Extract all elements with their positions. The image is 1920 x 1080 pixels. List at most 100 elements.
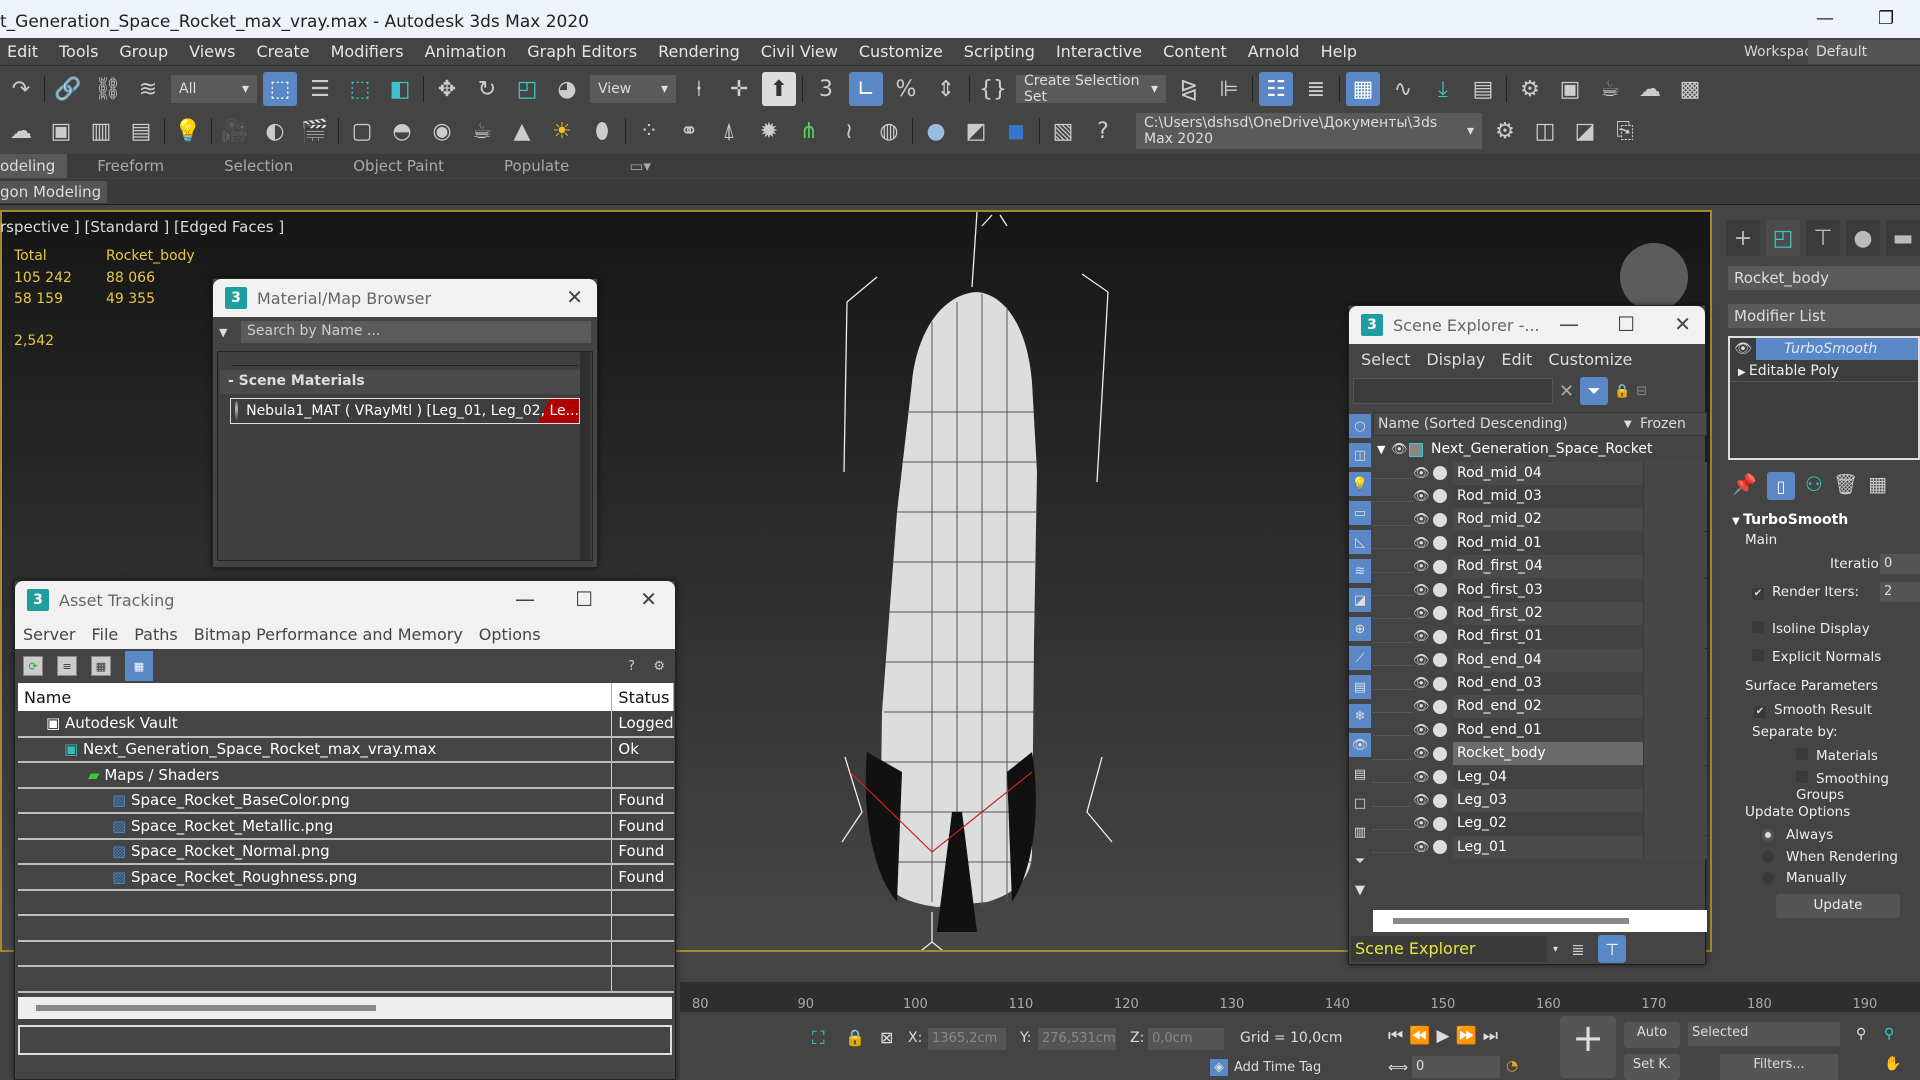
hierarchy-tab-icon[interactable]: ⊤ — [1806, 220, 1840, 256]
table-row[interactable]: ▣ Autodesk Vault Logged — [18, 711, 674, 738]
scene-item[interactable]: 👁 Rod_mid_01 — [1373, 531, 1707, 555]
plane-light-icon[interactable]: ▢ — [345, 114, 379, 148]
table-row[interactable]: ▣ Next_Generation_Space_Rocket_max_vray.… — [18, 736, 674, 763]
visibility-icon[interactable]: 👁 — [1413, 840, 1431, 855]
mirror-icon[interactable]: ⧎ — [1172, 72, 1206, 106]
maximize-icon[interactable]: ☐ — [575, 587, 593, 611]
time-config-arrows-icon[interactable]: ⟺ — [1388, 1060, 1408, 1076]
frozen-cell[interactable] — [1643, 601, 1707, 625]
set-key-mode-button[interactable]: Set K. — [1624, 1054, 1680, 1080]
visibility-icon[interactable]: 👁 — [1413, 676, 1431, 691]
material-editor-icon[interactable]: ▤ — [1466, 72, 1500, 106]
scale-icon[interactable]: ◰ — [510, 72, 544, 106]
material-item[interactable]: Nebula1_MAT ( VRayMtl ) [Leg_01, Leg_02,… — [230, 398, 580, 424]
key-filter-dropdown[interactable]: Selected — [1688, 1022, 1840, 1046]
checkbox[interactable] — [1796, 771, 1808, 783]
pan-icon[interactable]: ✋ — [1884, 1056, 1901, 1072]
eye-icon[interactable]: 👁 — [1730, 338, 1756, 360]
radio[interactable] — [1762, 851, 1774, 863]
smoothing-groups-checkbox[interactable]: Smoothing Groups — [1796, 771, 1920, 803]
vfb-icon[interactable]: ◩ — [959, 114, 993, 148]
menu-customize[interactable]: Customize — [1540, 350, 1640, 369]
scene-item[interactable]: 👁 Leg_02 — [1373, 812, 1707, 836]
asset-path-field[interactable] — [18, 1024, 672, 1055]
ribbon-toggle-icon[interactable]: ▦ — [1346, 72, 1380, 106]
gear-mesh-icon[interactable]: ✹ — [752, 114, 786, 148]
edit-named-selection-icon[interactable]: {} — [976, 72, 1010, 106]
rendered-frame-window-icon[interactable]: ▣ — [1553, 72, 1587, 106]
z-coordinate-field[interactable]: 0,0cm — [1148, 1028, 1224, 1050]
helpers-filter-icon[interactable]: ◺ — [1349, 530, 1371, 554]
tab-object-paint[interactable]: Object Paint — [323, 154, 474, 178]
camera-match-icon[interactable]: ◐ — [258, 114, 292, 148]
frozen-cell[interactable] — [1643, 789, 1707, 813]
keyboard-shortcut-override-icon[interactable]: ⬆ — [762, 72, 796, 106]
render-region-icon[interactable]: ◼ — [999, 114, 1033, 148]
select-by-name-icon[interactable]: ☰ — [303, 72, 337, 106]
menu-civil-view[interactable]: Civil View — [754, 42, 852, 61]
set-key-button[interactable]: + — [1560, 1016, 1616, 1078]
visibility-icon[interactable]: 👁 — [1413, 770, 1431, 785]
menu-animation[interactable]: Animation — [418, 42, 521, 61]
minimize-icon[interactable]: — — [1559, 312, 1579, 336]
render-iters-checkbox[interactable]: ✔ Render Iters: — [1752, 584, 1859, 600]
frozen-cell[interactable] — [1643, 578, 1707, 602]
menu-server[interactable]: Server — [15, 625, 83, 644]
frozen-cell[interactable] — [1643, 625, 1707, 649]
visibility-icon[interactable]: 👁 — [1413, 699, 1431, 714]
project-new-icon[interactable]: ◪ — [1568, 114, 1602, 148]
explorer-selector[interactable]: Scene Explorer — [1351, 936, 1547, 962]
menu-options[interactable]: Options — [471, 625, 549, 644]
search-input[interactable]: Search by Name ... — [241, 321, 591, 343]
object-name-field[interactable]: Rocket_body — [1728, 266, 1920, 290]
restore-button[interactable]: ❐ — [1878, 8, 1894, 29]
particles-icon[interactable]: ⁘ — [632, 114, 666, 148]
remove-modifier-icon[interactable]: 🗑 — [1833, 472, 1858, 500]
radio[interactable] — [1762, 872, 1774, 884]
spacewarps-filter-icon[interactable]: ≋ — [1349, 559, 1371, 583]
maximize-icon[interactable]: ☐ — [1617, 312, 1635, 336]
update-button[interactable]: Update — [1776, 894, 1900, 918]
tree-root[interactable]: ▼ 👁 Next_Generation_Space_Rocket — [1373, 438, 1707, 461]
redo-icon[interactable]: ↷ — [4, 72, 38, 106]
radio-when-rendering[interactable]: When Rendering — [1762, 849, 1898, 865]
light-lister-icon[interactable]: 💡 — [171, 114, 205, 148]
scene-item[interactable]: 👁 Rod_first_02 — [1373, 601, 1707, 625]
visibility-icon[interactable]: 👁 — [1413, 793, 1431, 808]
menu-customize[interactable]: Customize — [852, 42, 957, 61]
expand-arrow-icon[interactable]: ▶ — [1738, 367, 1749, 378]
cone-icon[interactable]: ▲ — [505, 114, 539, 148]
x-coordinate-field[interactable]: 1365,2cm — [928, 1028, 1006, 1050]
containers-filter-icon[interactable]: ▤ — [1349, 675, 1371, 699]
close-icon[interactable]: ✕ — [566, 285, 583, 309]
menu-scripting[interactable]: Scripting — [957, 42, 1049, 61]
layer-explorer-icon[interactable]: ≣ — [1299, 72, 1333, 106]
modify-tab-icon[interactable]: ◰ — [1766, 220, 1800, 256]
scene-item[interactable]: 👁 Rod_end_04 — [1373, 648, 1707, 672]
close-icon[interactable]: ✕ — [640, 587, 657, 611]
smooth-result-checkbox[interactable]: ✔ Smooth Result — [1754, 702, 1872, 718]
show-end-result-icon[interactable]: ▯ — [1766, 472, 1795, 500]
frozen-cell[interactable] — [1643, 742, 1707, 766]
column-frozen[interactable]: Frozen — [1634, 416, 1686, 432]
render-gallery-icon[interactable]: ▩ — [1673, 72, 1707, 106]
time-slider-track[interactable]: 8090100110120130140150160170180190200210… — [680, 982, 1920, 1012]
clear-icon[interactable]: ✕ — [1559, 381, 1574, 402]
frozen-filter-icon[interactable]: ❄ — [1349, 704, 1371, 728]
ref-coord-dropdown[interactable]: View ▾ — [590, 75, 676, 103]
lights-filter-icon[interactable]: 💡 — [1349, 472, 1371, 496]
geometry-filter-icon[interactable]: ○ — [1349, 414, 1371, 438]
scroll-thumb[interactable] — [36, 1004, 376, 1011]
menu-group[interactable]: Group — [112, 42, 182, 61]
tab-modeling[interactable]: odeling — [0, 154, 68, 178]
xrefs-filter-icon[interactable]: ⊕ — [1349, 617, 1371, 641]
key-filters-button[interactable]: Filters... — [1720, 1054, 1838, 1080]
bind-space-warp-icon[interactable]: ≋ — [131, 72, 165, 106]
radio[interactable] — [1762, 829, 1774, 841]
scene-materials-group[interactable]: - Scene Materials — [220, 370, 590, 394]
table-row[interactable]: ▰ Maps / Shaders — [18, 762, 674, 789]
frozen-cell[interactable] — [1643, 461, 1707, 485]
link-icon[interactable]: 🔗 — [51, 72, 85, 106]
fur-icon[interactable]: ◍ — [872, 114, 906, 148]
visibility-icon[interactable]: 👁 — [1413, 816, 1431, 831]
